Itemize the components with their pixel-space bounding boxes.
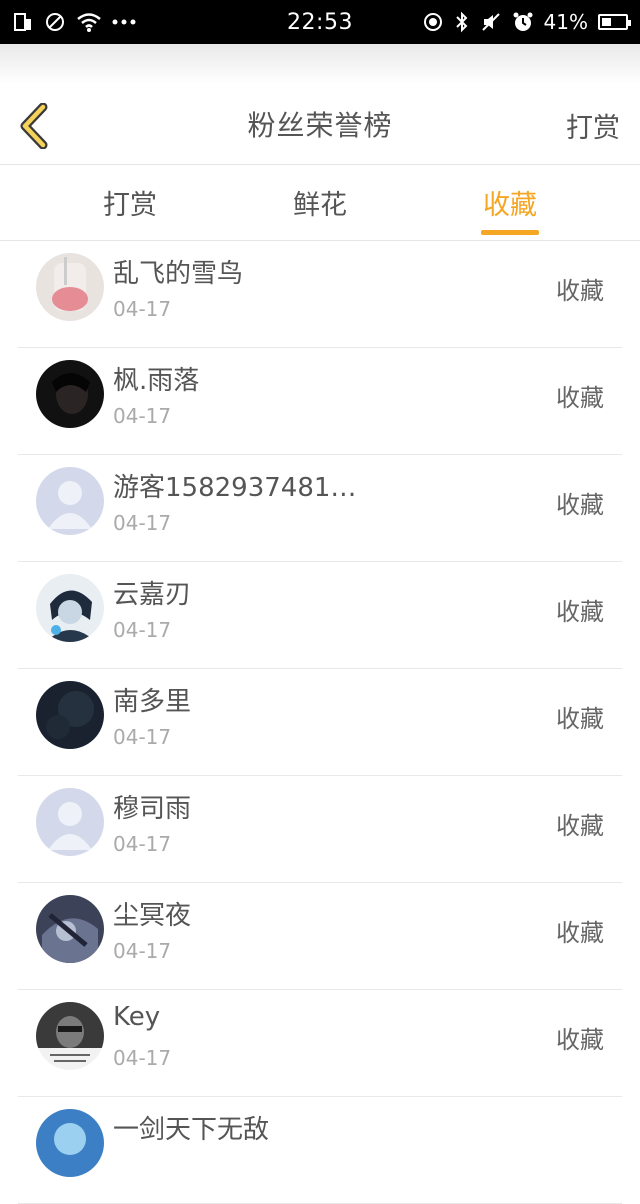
list-item[interactable]: 云嘉刃 04-17 收藏 [18, 562, 622, 669]
status-time: 22:53 [287, 9, 353, 35]
list-item[interactable]: 南多里 04-17 收藏 [18, 669, 622, 776]
bluetooth-icon [454, 11, 470, 33]
fan-name: 乱飞的雪鸟 [113, 259, 244, 289]
list-item[interactable]: 枫.雨落 04-17 收藏 [18, 348, 622, 455]
fan-date: 04-17 [113, 511, 172, 535]
location-icon [422, 11, 444, 33]
back-button[interactable] [14, 102, 54, 150]
fan-date: 04-17 [113, 725, 172, 749]
fan-date: 04-17 [113, 618, 172, 642]
fan-action: 收藏 [556, 598, 604, 626]
fan-name: 游客1582937481… [113, 473, 357, 503]
reward-button[interactable]: 打赏 [566, 106, 620, 145]
nav-header: 粉丝荣誉榜 打赏 [0, 84, 640, 165]
fan-name: 南多里 [113, 687, 192, 717]
fan-name: 一剑天下无敌 [113, 1115, 270, 1145]
avatar [36, 788, 104, 856]
fan-action: 收藏 [556, 1026, 604, 1054]
do-not-disturb-icon [44, 11, 66, 33]
fan-action: 收藏 [556, 277, 604, 305]
fan-action: 收藏 [556, 812, 604, 840]
list-item[interactable]: 一剑天下无敌 [18, 1097, 622, 1204]
list-item[interactable]: 穆司雨 04-17 收藏 [18, 776, 622, 883]
list-item[interactable]: Key 04-17 收藏 [18, 990, 622, 1097]
wifi-icon [76, 11, 102, 33]
fan-name: Key [113, 1002, 161, 1032]
mute-icon [480, 11, 502, 33]
fan-date: 04-17 [113, 1046, 172, 1070]
tab-bar: 打赏 鲜花 收藏 [0, 165, 640, 241]
avatar [36, 574, 104, 642]
sim-icon [12, 11, 34, 33]
status-bar-left [12, 11, 232, 33]
fan-date: 04-17 [113, 404, 172, 428]
fan-list: 乱飞的雪鸟 04-17 收藏 枫.雨落 04-17 收藏 游客158293748… [18, 241, 622, 1204]
fan-name: 尘冥夜 [113, 901, 192, 931]
status-bar-right: 41% [408, 10, 631, 34]
active-tab-indicator [481, 230, 539, 235]
fan-action: 收藏 [556, 705, 604, 733]
list-item[interactable]: 尘冥夜 04-17 收藏 [18, 883, 622, 990]
fan-date: 04-17 [113, 297, 172, 321]
battery-percent: 41% [543, 10, 588, 34]
tab-reward[interactable]: 打赏 [35, 165, 225, 240]
avatar [36, 253, 104, 321]
list-item[interactable]: 乱飞的雪鸟 04-17 收藏 [18, 241, 622, 348]
tab-favorites[interactable]: 收藏 [415, 165, 605, 240]
avatar [36, 1002, 104, 1070]
list-item[interactable]: 游客1582937481… 04-17 收藏 [18, 455, 622, 562]
fan-name: 枫.雨落 [113, 366, 200, 396]
avatar [36, 681, 104, 749]
fan-name: 云嘉刃 [113, 580, 192, 610]
fan-date: 04-17 [113, 939, 172, 963]
more-dots-icon [112, 18, 136, 26]
fan-action: 收藏 [556, 491, 604, 519]
header-shadow [0, 44, 640, 84]
avatar [36, 360, 104, 428]
battery-icon [598, 14, 631, 30]
fan-action: 收藏 [556, 384, 604, 412]
fan-name: 穆司雨 [113, 794, 192, 824]
avatar [36, 895, 104, 963]
chevron-left-icon [20, 103, 48, 149]
avatar [36, 1109, 104, 1177]
fan-action: 收藏 [556, 919, 604, 947]
tab-flowers[interactable]: 鲜花 [225, 165, 415, 240]
fan-date: 04-17 [113, 832, 172, 856]
avatar [36, 467, 104, 535]
page-title: 粉丝荣誉榜 [247, 109, 393, 142]
status-bar: 22:53 41% [0, 0, 640, 44]
alarm-icon [512, 11, 534, 33]
